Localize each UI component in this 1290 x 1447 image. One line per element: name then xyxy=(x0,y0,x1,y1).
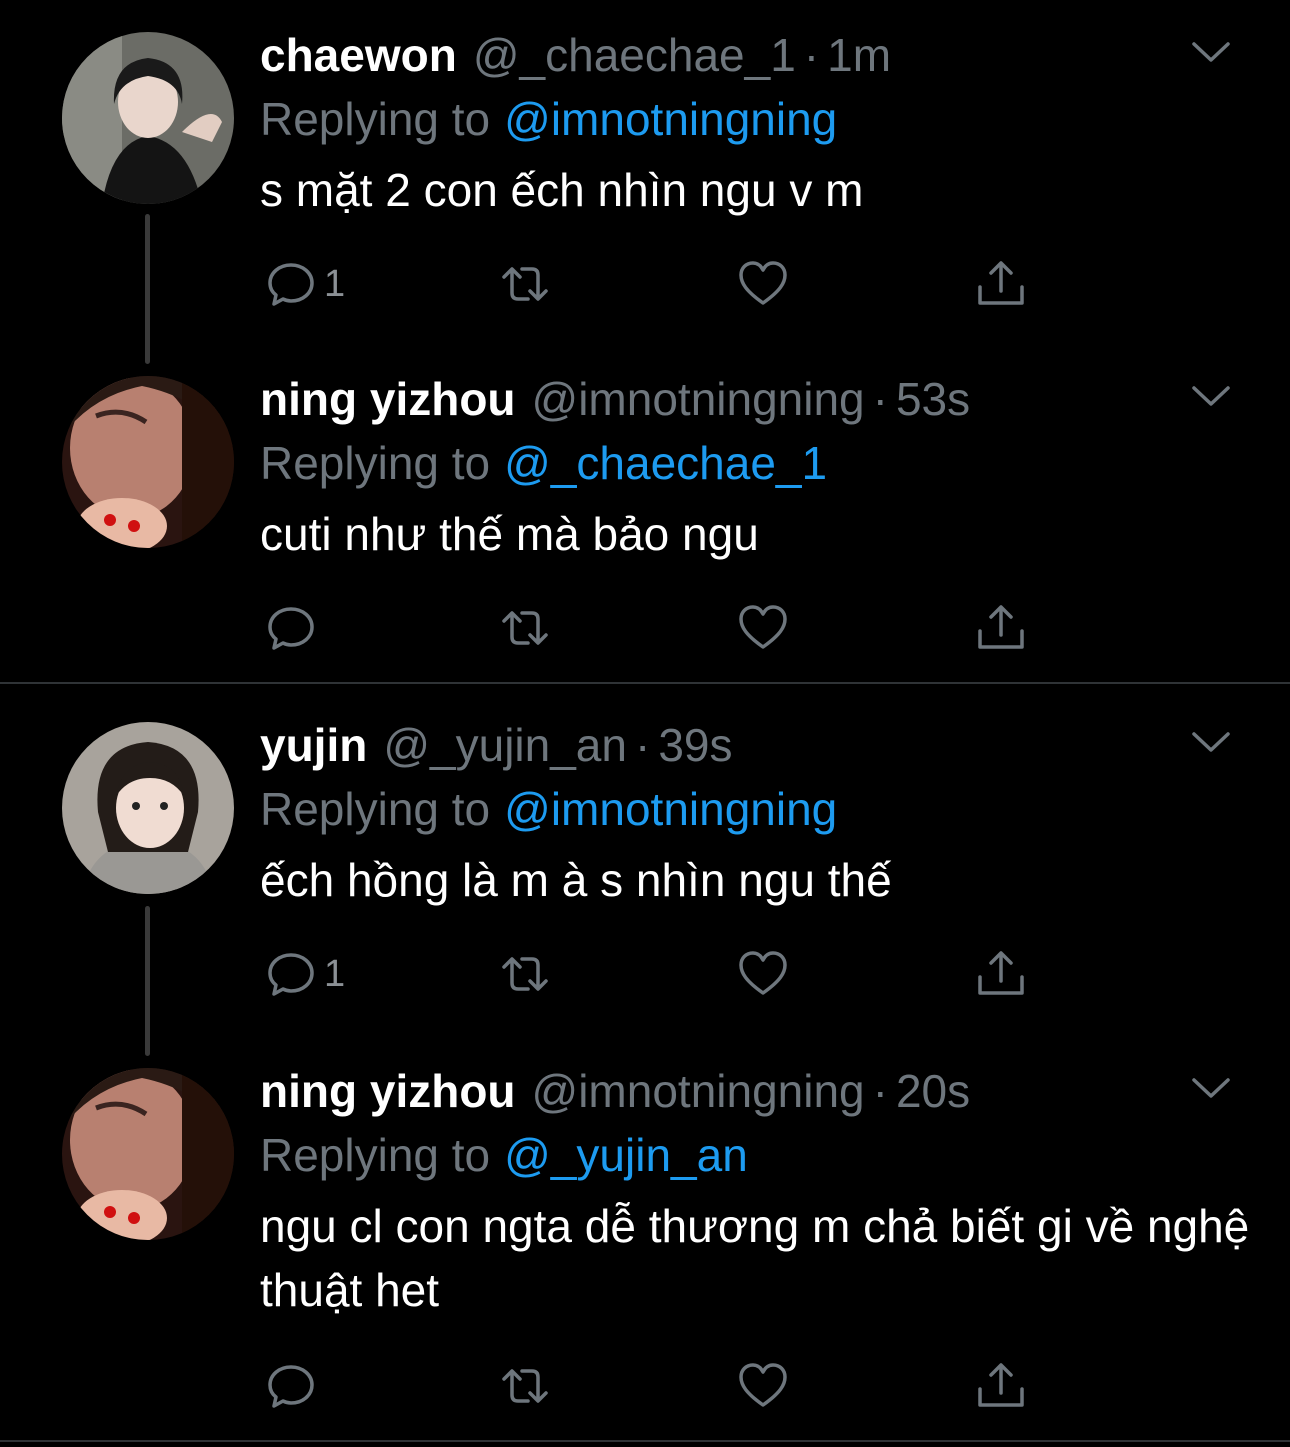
replying-to-handle[interactable]: @_chaechae_1 xyxy=(504,437,827,489)
retweet-button[interactable] xyxy=(498,944,552,1004)
retweet-button[interactable] xyxy=(498,598,552,658)
replying-to-label: Replying to xyxy=(260,783,491,835)
like-button[interactable] xyxy=(736,944,790,1004)
tweet-text: ngu cl con ngta dễ thương m chả biết gi … xyxy=(260,1200,1250,1316)
tweet-header: ning yizhou @imnotningning · 20s xyxy=(260,1060,970,1122)
like-button[interactable] xyxy=(736,598,790,658)
retweet-icon xyxy=(502,267,548,301)
reply-count: 1 xyxy=(324,263,346,305)
share-button[interactable] xyxy=(974,1356,1028,1416)
user-handle[interactable]: @imnotningning xyxy=(532,368,865,430)
tweet-header: chaewon @_chaechae_1 · 1m xyxy=(260,24,891,86)
replying-to: Replying to @imnotningning xyxy=(260,778,837,840)
share-button[interactable] xyxy=(974,254,1028,314)
separator-dot: · xyxy=(872,1065,888,1117)
reply-button[interactable] xyxy=(264,598,324,658)
replying-to: Replying to @_chaechae_1 xyxy=(260,432,827,494)
share-icon xyxy=(978,951,1024,995)
replying-to-label: Replying to xyxy=(260,437,491,489)
avatar[interactable] xyxy=(62,1068,234,1240)
like-icon xyxy=(739,605,787,649)
retweet-button[interactable] xyxy=(498,1356,552,1416)
display-name[interactable]: ning yizhou xyxy=(260,368,516,430)
like-button[interactable] xyxy=(736,1356,790,1416)
replying-to-handle[interactable]: @imnotningning xyxy=(504,93,837,145)
share-button[interactable] xyxy=(974,944,1028,1004)
retweet-icon xyxy=(502,1369,548,1403)
separator-dot: · xyxy=(872,373,888,425)
user-handle[interactable]: @_yujin_an xyxy=(383,714,627,776)
tweet-header: ning yizhou @imnotningning · 53s xyxy=(260,368,970,430)
replying-to-handle[interactable]: @_yujin_an xyxy=(504,1129,748,1181)
display-name[interactable]: yujin xyxy=(260,714,367,776)
like-icon xyxy=(739,1363,787,1407)
display-name[interactable]: chaewon xyxy=(260,24,457,86)
replying-to: Replying to @_yujin_an xyxy=(260,1124,748,1186)
thread-divider xyxy=(0,682,1290,684)
chevron-down-icon[interactable] xyxy=(1188,382,1234,412)
separator-dot: · xyxy=(634,719,651,771)
reply-icon xyxy=(268,953,314,996)
reply-button[interactable]: 1 xyxy=(264,944,345,1004)
chevron-down-icon[interactable] xyxy=(1188,1074,1234,1104)
separator-dot: · xyxy=(803,29,820,81)
timestamp[interactable]: 1m xyxy=(827,24,891,86)
reply-icon xyxy=(268,263,314,306)
like-button[interactable] xyxy=(736,254,790,314)
chevron-down-icon[interactable] xyxy=(1188,38,1234,68)
like-icon xyxy=(739,261,787,305)
tweet-actions: 1 xyxy=(0,254,1290,314)
tweet-header: yujin @_yujin_an · 39s xyxy=(260,714,732,776)
reply-button[interactable]: 1 xyxy=(264,254,345,314)
avatar[interactable] xyxy=(62,32,234,204)
avatar[interactable] xyxy=(62,376,234,548)
display-name[interactable]: ning yizhou xyxy=(260,1060,516,1122)
reply-button[interactable] xyxy=(264,1356,324,1416)
retweet-icon xyxy=(502,611,548,645)
share-button[interactable] xyxy=(974,598,1028,658)
tweet-actions: 1 xyxy=(0,944,1290,1004)
share-icon xyxy=(978,1363,1024,1407)
thread-divider xyxy=(0,1440,1290,1442)
tweet-text: ếch hồng là m à s nhìn ngu thế xyxy=(260,854,892,906)
chevron-down-icon[interactable] xyxy=(1188,728,1234,758)
reply-count: 1 xyxy=(324,953,346,995)
replying-to: Replying to @imnotningning xyxy=(260,88,837,150)
reply-icon xyxy=(268,1365,314,1408)
avatar[interactable] xyxy=(62,722,234,894)
share-icon xyxy=(978,261,1024,305)
replying-to-label: Replying to xyxy=(260,93,491,145)
user-handle[interactable]: @_chaechae_1 xyxy=(473,24,796,86)
retweet-icon xyxy=(502,957,548,991)
reply-icon xyxy=(268,607,314,650)
replying-to-handle[interactable]: @imnotningning xyxy=(504,783,837,835)
tweet-text: s mặt 2 con ếch nhìn ngu v m xyxy=(260,164,864,216)
like-icon xyxy=(739,951,787,995)
retweet-button[interactable] xyxy=(498,254,552,314)
timestamp[interactable]: 53s xyxy=(896,368,970,430)
replying-to-label: Replying to xyxy=(260,1129,491,1181)
timestamp[interactable]: 39s xyxy=(658,714,732,776)
share-icon xyxy=(978,605,1024,649)
tweet-actions xyxy=(0,598,1290,658)
timestamp[interactable]: 20s xyxy=(896,1060,970,1122)
tweet-text: cuti như thế mà bảo ngu xyxy=(260,508,759,560)
user-handle[interactable]: @imnotningning xyxy=(532,1060,865,1122)
tweet-actions xyxy=(0,1356,1290,1416)
